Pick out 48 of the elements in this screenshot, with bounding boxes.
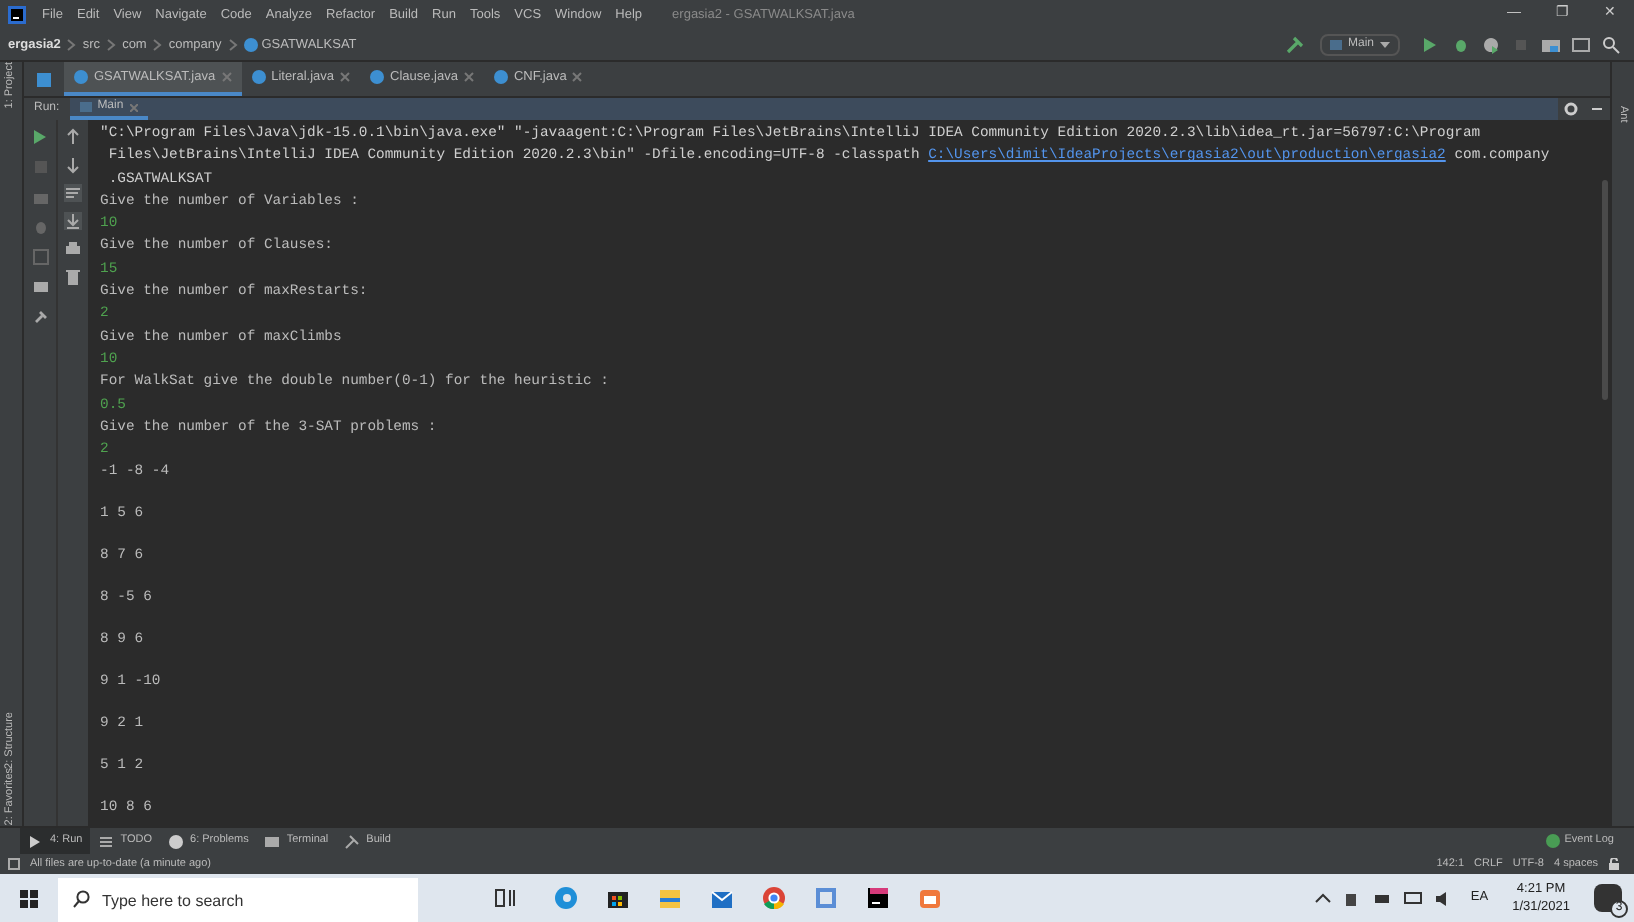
windows-start-icon[interactable] (20, 889, 38, 907)
pin-icon[interactable] (31, 308, 49, 326)
list-icon (98, 833, 115, 849)
notification-icon (1546, 834, 1561, 848)
chrome-icon[interactable] (762, 886, 786, 910)
ide-app-icon[interactable] (866, 886, 890, 910)
caret-icon (1380, 42, 1390, 48)
up-arrow-icon[interactable] (64, 128, 82, 146)
run-icon (28, 833, 44, 849)
close-icon[interactable] (463, 72, 474, 82)
chevron-icon (227, 38, 238, 52)
trash-icon[interactable] (64, 268, 82, 286)
mail-icon[interactable] (710, 886, 734, 910)
app-logo-icon (8, 6, 26, 24)
close-icon[interactable] (340, 72, 351, 82)
terminal-icon[interactable] (1572, 36, 1590, 54)
settings-icon[interactable] (1564, 102, 1578, 116)
status-icon (8, 858, 20, 870)
scroll-end-icon[interactable] (64, 212, 82, 230)
lock-icon[interactable] (1608, 858, 1620, 870)
minimize-icon[interactable] (1590, 102, 1604, 116)
class-icon (370, 70, 385, 84)
folder-icon[interactable] (658, 886, 682, 910)
chevron-icon (152, 38, 163, 52)
hammer-icon (344, 833, 361, 849)
search-icon[interactable] (1602, 36, 1620, 54)
store-icon[interactable] (606, 886, 630, 910)
chevron-icon (66, 38, 77, 52)
search-field[interactable]: Type here to search (58, 877, 418, 922)
class-icon (251, 70, 266, 84)
run-icon[interactable] (31, 128, 49, 146)
search-icon (72, 889, 90, 907)
hammer-icon[interactable] (1285, 36, 1304, 54)
folder-icon[interactable] (1542, 36, 1560, 54)
coverage-icon[interactable] (1482, 36, 1500, 54)
terminal-icon (264, 833, 281, 849)
print-icon[interactable] (64, 240, 82, 258)
down-arrow-icon[interactable] (64, 156, 82, 174)
class-icon (493, 70, 508, 84)
task-view-icon[interactable] (494, 886, 518, 910)
chevron-up-icon[interactable] (1314, 889, 1333, 907)
close-icon[interactable] (572, 72, 583, 82)
browser-icon[interactable] (554, 886, 578, 910)
run-icon[interactable] (1422, 36, 1440, 54)
chevron-icon (106, 38, 117, 52)
class-icon (243, 38, 258, 52)
class-icon (74, 70, 88, 84)
wrap-icon[interactable] (64, 184, 82, 202)
